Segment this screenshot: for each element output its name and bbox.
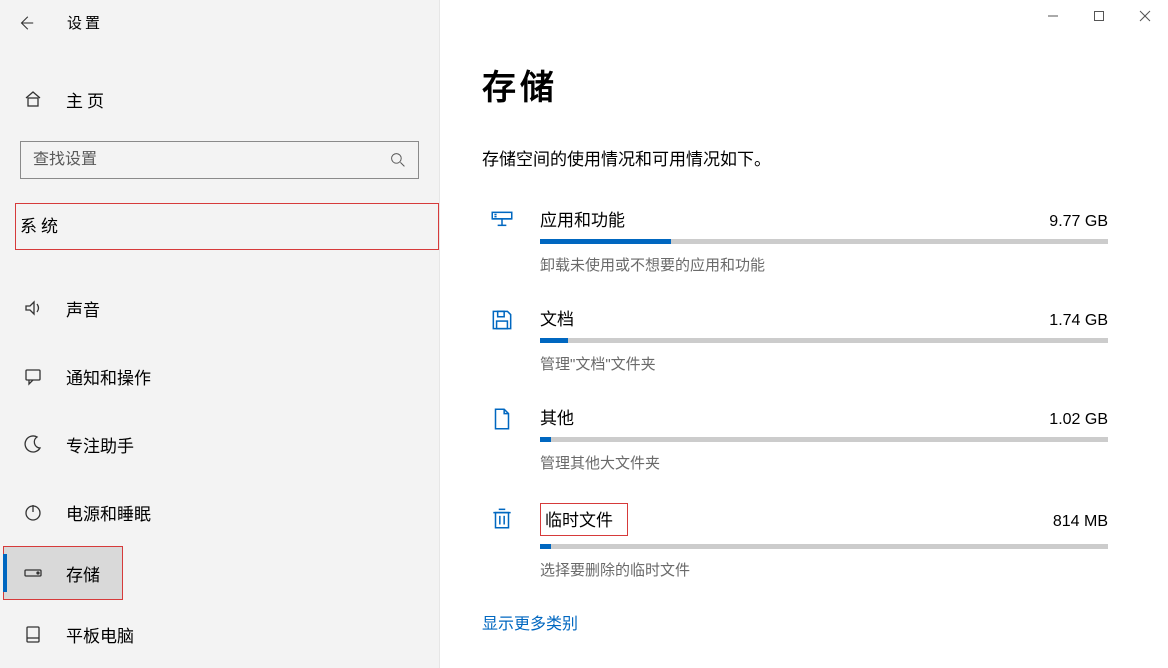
storage-title: 临时文件 (540, 503, 628, 536)
sidebar-item-label: 存储 (66, 561, 100, 586)
settings-title: 设置 (67, 12, 103, 33)
show-more-categories-link[interactable]: 显示更多类别 (482, 610, 578, 634)
save-icon (482, 305, 522, 374)
storage-item-docs[interactable]: 文档 1.74 GB 管理"文档"文件夹 (482, 305, 1108, 374)
storage-desc: 管理其他大文件夹 (540, 452, 1108, 473)
settings-window: 设置 主页 系统 声音 (0, 0, 1168, 668)
sidebar-item-label: 电源和睡眠 (66, 500, 151, 525)
display-icon (482, 206, 522, 275)
storage-desc: 卸载未使用或不想要的应用和功能 (540, 254, 1108, 275)
sidebar-item-label: 专注助手 (66, 432, 134, 457)
storage-desc: 管理"文档"文件夹 (540, 353, 1108, 374)
sidebar-item-label: 平板电脑 (66, 622, 134, 647)
storage-item-temp[interactable]: 临时文件 814 MB 选择要删除的临时文件 (482, 503, 1108, 580)
back-button[interactable] (10, 7, 42, 39)
storage-size: 9.77 GB (1049, 213, 1108, 231)
sidebar-nav: 声音 通知和操作 专注助手 电源和睡眠 (0, 274, 439, 668)
storage-bar-fill (540, 544, 551, 549)
sidebar-item-sound[interactable]: 声音 (0, 274, 439, 342)
minimize-button[interactable] (1030, 0, 1076, 32)
title-row: 设置 (0, 0, 439, 45)
storage-item-other[interactable]: 其他 1.02 GB 管理其他大文件夹 (482, 404, 1108, 473)
storage-title: 其他 (540, 404, 574, 429)
storage-bar-fill (540, 338, 568, 343)
sidebar-item-notifications[interactable]: 通知和操作 (0, 342, 439, 410)
storage-desc: 选择要删除的临时文件 (540, 559, 1108, 580)
storage-size: 1.74 GB (1049, 312, 1108, 330)
sidebar-item-power-sleep[interactable]: 电源和睡眠 (0, 478, 439, 546)
search-box[interactable] (20, 141, 419, 179)
storage-bar (540, 437, 1108, 442)
moon-icon (22, 434, 44, 454)
sidebar-item-home[interactable]: 主页 (0, 77, 439, 120)
search-icon (378, 152, 418, 168)
storage-bar-fill (540, 437, 551, 442)
sidebar-item-label: 声音 (66, 296, 100, 321)
storage-title: 应用和功能 (540, 206, 625, 231)
tablet-icon (22, 624, 44, 644)
home-icon (22, 89, 44, 109)
sidebar-item-label: 通知和操作 (66, 364, 151, 389)
page-title: 存储 (482, 60, 1108, 109)
sidebar-item-focus-assist[interactable]: 专注助手 (0, 410, 439, 478)
sound-icon (22, 298, 44, 318)
chat-icon (22, 366, 44, 386)
maximize-button[interactable] (1076, 0, 1122, 32)
sidebar-item-storage[interactable]: 存储 (3, 546, 123, 600)
storage-bar (540, 338, 1108, 343)
storage-title: 文档 (540, 305, 574, 330)
window-controls (1030, 0, 1168, 32)
storage-bar (540, 544, 1108, 549)
power-icon (22, 502, 44, 522)
search-input[interactable] (21, 151, 378, 169)
storage-size: 814 MB (1053, 513, 1108, 531)
storage-size: 1.02 GB (1049, 411, 1108, 429)
storage-lede: 存储空间的使用情况和可用情况如下。 (482, 145, 1108, 170)
drive-icon (22, 563, 44, 583)
home-label: 主页 (66, 87, 108, 112)
file-icon (482, 404, 522, 473)
trash-icon (482, 503, 522, 580)
storage-item-apps[interactable]: 应用和功能 9.77 GB 卸载未使用或不想要的应用和功能 (482, 206, 1108, 275)
storage-bar (540, 239, 1108, 244)
sidebar-item-tablet[interactable]: 平板电脑 (0, 600, 439, 668)
sidebar: 设置 主页 系统 声音 (0, 0, 440, 668)
content-pane: 存储 存储空间的使用情况和可用情况如下。 应用和功能 9.77 GB 卸载未使用… (440, 0, 1168, 668)
close-button[interactable] (1122, 0, 1168, 32)
storage-bar-fill (540, 239, 671, 244)
sidebar-category-system[interactable]: 系统 (15, 203, 439, 250)
